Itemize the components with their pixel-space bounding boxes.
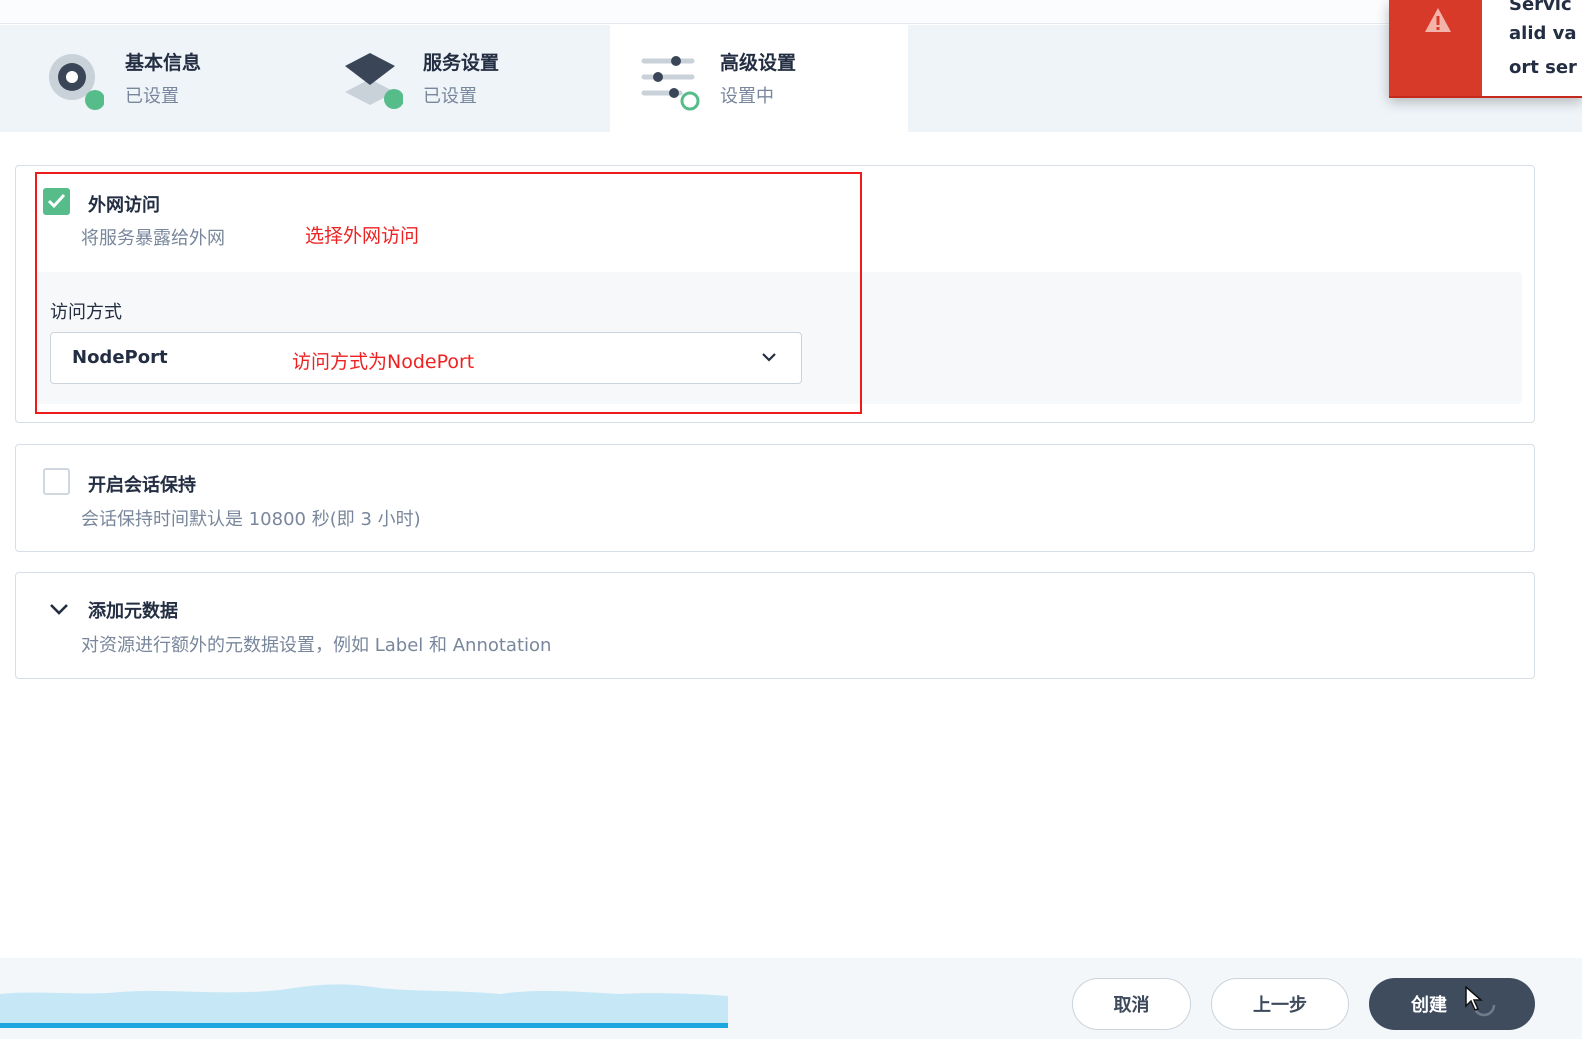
session-affinity-title: 开启会话保持 <box>88 475 196 496</box>
create-service-page: 基本信息 已设置 服务设置 已设置 高级设置 设置中 Servic alid v… <box>0 0 1582 1039</box>
step-title: 高级设置 <box>720 52 797 74</box>
session-affinity-description: 会话保持时间默认是 10800 秒(即 3 小时) <box>81 509 421 530</box>
toast-icon-bar <box>1389 0 1482 96</box>
annotation-select-external: 选择外网访问 <box>305 225 420 247</box>
create-button[interactable]: 创建 <box>1369 978 1535 1030</box>
toast-message-line: ort ser <box>1509 57 1577 78</box>
footer-bar: 取消 上一步 创建 <box>0 958 1582 1039</box>
step-basic-info[interactable]: 基本信息 已设置 <box>0 25 305 132</box>
toast-message-line: alid va <box>1509 23 1577 44</box>
gear-icon <box>49 54 104 110</box>
loading-wave <box>0 984 728 1024</box>
session-affinity-card: 开启会话保持 会话保持时间默认是 10800 秒(即 3 小时) <box>15 444 1535 552</box>
previous-step-button[interactable]: 上一步 <box>1211 978 1349 1030</box>
error-toast[interactable]: Servic alid va ort ser <box>1389 0 1582 98</box>
toast-message-line: Servic <box>1509 0 1572 15</box>
top-strip <box>0 0 1582 24</box>
step-status: 已设置 <box>125 86 179 107</box>
step-service-settings[interactable]: 服务设置 已设置 <box>305 25 610 132</box>
layers-icon <box>345 53 403 109</box>
step-title: 基本信息 <box>125 52 202 74</box>
chevron-down-icon[interactable] <box>49 601 69 617</box>
metadata-description: 对资源进行额外的元数据设置，例如 Label 和 Annotation <box>81 635 552 656</box>
wizard-steps: 基本信息 已设置 服务设置 已设置 高级设置 设置中 <box>0 25 1582 132</box>
metadata-title: 添加元数据 <box>88 601 178 622</box>
loading-progress-bar <box>0 1023 728 1028</box>
step-title: 服务设置 <box>423 52 500 74</box>
session-affinity-checkbox[interactable] <box>43 468 70 495</box>
annotation-highlight-box <box>35 172 862 414</box>
metadata-card[interactable]: 添加元数据 对资源进行额外的元数据设置，例如 Label 和 Annotatio… <box>15 572 1535 679</box>
warning-icon <box>1425 8 1451 32</box>
cancel-button[interactable]: 取消 <box>1072 978 1191 1030</box>
annotation-access-mode: 访问方式为NodePort <box>292 351 475 373</box>
step-status: 已设置 <box>423 86 477 107</box>
mouse-cursor-icon <box>1465 986 1483 1011</box>
step-advanced-settings[interactable]: 高级设置 设置中 <box>610 25 908 132</box>
sliders-icon <box>641 56 700 111</box>
step-status: 设置中 <box>720 86 774 107</box>
